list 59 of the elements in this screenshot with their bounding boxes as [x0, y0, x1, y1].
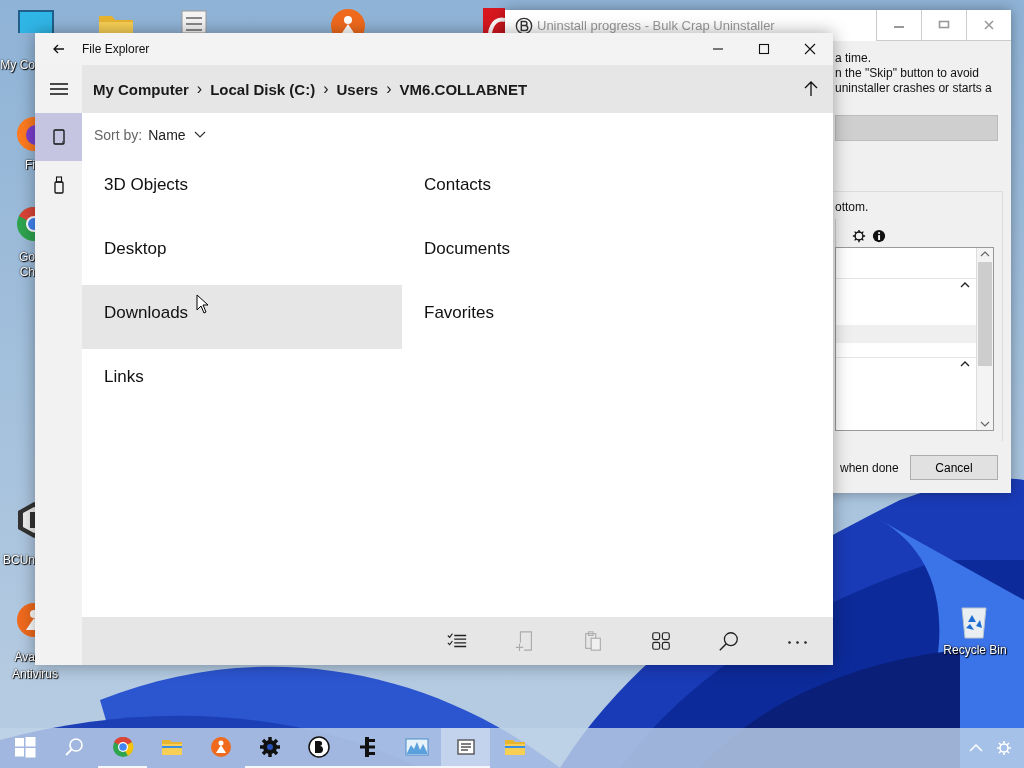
window-title: Uninstall progress - Bulk Crap Uninstaller: [537, 18, 775, 33]
info-icon[interactable]: [872, 229, 886, 243]
sort-dropdown[interactable]: Name: [148, 127, 206, 143]
back-icon[interactable]: [52, 42, 66, 56]
breadcrumb-separator: ›: [386, 80, 392, 98]
folder-item[interactable]: 3D Objects: [82, 157, 402, 221]
app-icon[interactable]: [482, 6, 505, 33]
paste-icon: [582, 630, 604, 652]
close-icon: [803, 42, 817, 56]
browser-icon: [110, 735, 135, 759]
search-icon: [718, 630, 740, 652]
folder-item[interactable]: Links: [82, 349, 402, 413]
nav-item[interactable]: [35, 113, 82, 161]
sort-label: Sort by:: [94, 127, 143, 143]
folder-item[interactable]: Favorites: [402, 285, 722, 349]
cursor-icon: [196, 294, 208, 314]
collapse-icon[interactable]: [960, 281, 970, 289]
collapse-icon[interactable]: [960, 360, 970, 368]
app-icon: [208, 735, 233, 759]
more-icon: [787, 640, 807, 644]
instruction-text: n the "Skip" button to avoid: [835, 66, 980, 81]
breadcrumb-link[interactable]: VM6.COLLABNET: [399, 80, 528, 98]
scrollbar[interactable]: [976, 248, 993, 430]
breadcrumb-separator: ›: [323, 80, 329, 98]
breadcrumb-link[interactable]: Users: [336, 80, 379, 98]
maximize-icon: [757, 42, 771, 56]
instruction-text: uninstaller crashes or starts a: [835, 81, 993, 96]
breadcrumb-separator: ›: [196, 80, 203, 98]
instruction-text: a time.: [835, 51, 872, 66]
app-icon[interactable]: [328, 6, 368, 33]
icon-label: Ch: [18, 265, 35, 280]
computer-icon[interactable]: [16, 8, 56, 33]
icon-label: Antivirus: [12, 667, 59, 682]
icon-label: Recycle Bin: [942, 643, 1008, 658]
chevron-down-icon: [193, 131, 206, 139]
gear-icon: [257, 735, 282, 759]
folder-item[interactable]: Desktop: [82, 221, 402, 285]
grid-view-icon: [650, 630, 672, 652]
option-label: when done: [840, 460, 899, 475]
icon-label: BCUn: [2, 553, 35, 568]
cancel-button[interactable]: Cancel: [910, 455, 998, 480]
icon-label: Fi: [24, 158, 35, 173]
group-text: ottom.: [835, 200, 870, 215]
start-icon: [12, 735, 37, 759]
chart-app-icon: [404, 735, 429, 759]
close-icon: [982, 18, 996, 32]
breadcrumb-link[interactable]: Local Disk (C:): [210, 80, 316, 98]
app-icon: [306, 735, 331, 759]
icon-label: Ava: [13, 650, 35, 665]
up-arrow-icon[interactable]: [803, 81, 819, 97]
minimize-icon: [894, 26, 904, 28]
folder-item[interactable]: Downloads: [82, 285, 402, 349]
icon-label: My Co: [0, 58, 35, 73]
folder-item[interactable]: Documents: [402, 221, 722, 285]
folder-item[interactable]: Contacts: [402, 157, 722, 221]
window-title: File Explorer: [82, 42, 150, 56]
icon-label: Go: [18, 250, 35, 265]
settings-icon[interactable]: [852, 229, 866, 243]
breadcrumb-link[interactable]: My Computer: [93, 80, 189, 98]
